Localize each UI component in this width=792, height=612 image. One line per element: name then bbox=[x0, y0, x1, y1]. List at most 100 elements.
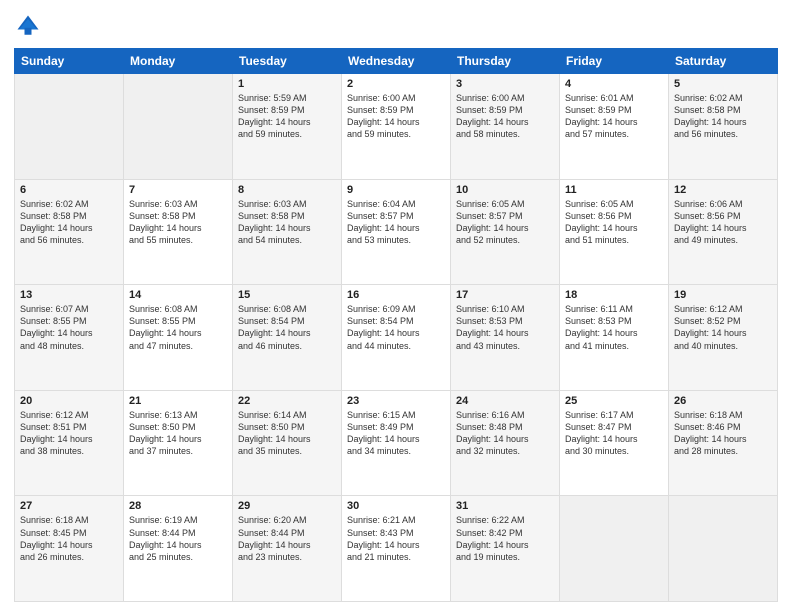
cell-info: Sunrise: 6:08 AMSunset: 8:54 PMDaylight:… bbox=[238, 303, 336, 352]
day-number: 1 bbox=[238, 78, 336, 90]
cell-info: Sunrise: 6:10 AMSunset: 8:53 PMDaylight:… bbox=[456, 303, 554, 352]
calendar-cell: 15 Sunrise: 6:08 AMSunset: 8:54 PMDayligh… bbox=[233, 285, 342, 391]
calendar-cell bbox=[15, 74, 124, 180]
day-number: 16 bbox=[347, 289, 445, 301]
day-number: 19 bbox=[674, 289, 772, 301]
calendar-cell bbox=[124, 74, 233, 180]
day-number: 31 bbox=[456, 500, 554, 512]
calendar-cell: 25 Sunrise: 6:17 AMSunset: 8:47 PMDayligh… bbox=[560, 390, 669, 496]
calendar-week-3: 13 Sunrise: 6:07 AMSunset: 8:55 PMDayligh… bbox=[15, 285, 778, 391]
cell-info: Sunrise: 6:17 AMSunset: 8:47 PMDaylight:… bbox=[565, 409, 663, 458]
calendar-table: SundayMondayTuesdayWednesdayThursdayFrid… bbox=[14, 48, 778, 602]
cell-info: Sunrise: 6:21 AMSunset: 8:43 PMDaylight:… bbox=[347, 514, 445, 563]
cell-info: Sunrise: 6:16 AMSunset: 8:48 PMDaylight:… bbox=[456, 409, 554, 458]
day-number: 9 bbox=[347, 184, 445, 196]
day-number: 4 bbox=[565, 78, 663, 90]
page: SundayMondayTuesdayWednesdayThursdayFrid… bbox=[0, 0, 792, 612]
day-number: 22 bbox=[238, 395, 336, 407]
day-number: 5 bbox=[674, 78, 772, 90]
calendar-cell: 6 Sunrise: 6:02 AMSunset: 8:58 PMDaylight… bbox=[15, 179, 124, 285]
day-number: 13 bbox=[20, 289, 118, 301]
day-number: 3 bbox=[456, 78, 554, 90]
weekday-header-tuesday: Tuesday bbox=[233, 49, 342, 74]
weekday-header-saturday: Saturday bbox=[669, 49, 778, 74]
day-number: 25 bbox=[565, 395, 663, 407]
day-number: 10 bbox=[456, 184, 554, 196]
cell-info: Sunrise: 5:59 AMSunset: 8:59 PMDaylight:… bbox=[238, 92, 336, 141]
cell-info: Sunrise: 6:22 AMSunset: 8:42 PMDaylight:… bbox=[456, 514, 554, 563]
day-number: 20 bbox=[20, 395, 118, 407]
day-number: 26 bbox=[674, 395, 772, 407]
cell-info: Sunrise: 6:11 AMSunset: 8:53 PMDaylight:… bbox=[565, 303, 663, 352]
day-number: 15 bbox=[238, 289, 336, 301]
logo-icon bbox=[14, 12, 42, 40]
calendar-cell: 22Sunrise: 6:14 AMSunset: 8:50 PMDayligh… bbox=[233, 390, 342, 496]
cell-info: Sunrise: 6:19 AMSunset: 8:44 PMDaylight:… bbox=[129, 514, 227, 563]
day-number: 29 bbox=[238, 500, 336, 512]
calendar-cell: 5 Sunrise: 6:02 AMSunset: 8:58 PMDaylight… bbox=[669, 74, 778, 180]
cell-info: Sunrise: 6:04 AMSunset: 8:57 PMDaylight:… bbox=[347, 198, 445, 247]
day-number: 6 bbox=[20, 184, 118, 196]
day-number: 11 bbox=[565, 184, 663, 196]
calendar-cell: 29 Sunrise: 6:20 AMSunset: 8:44 PMDayligh… bbox=[233, 496, 342, 602]
calendar-cell: 28 Sunrise: 6:19 AMSunset: 8:44 PMDayligh… bbox=[124, 496, 233, 602]
calendar-cell: 19 Sunrise: 6:12 AMSunset: 8:52 PMDayligh… bbox=[669, 285, 778, 391]
cell-info: Sunrise: 6:08 AMSunset: 8:55 PMDaylight:… bbox=[129, 303, 227, 352]
calendar-week-4: 20Sunrise: 6:12 AMSunset: 8:51 PMDayligh… bbox=[15, 390, 778, 496]
day-number: 8 bbox=[238, 184, 336, 196]
calendar-cell bbox=[560, 496, 669, 602]
calendar-week-2: 6 Sunrise: 6:02 AMSunset: 8:58 PMDaylight… bbox=[15, 179, 778, 285]
calendar-cell: 11 Sunrise: 6:05 AMSunset: 8:56 PMDayligh… bbox=[560, 179, 669, 285]
weekday-header-thursday: Thursday bbox=[451, 49, 560, 74]
weekday-header-sunday: Sunday bbox=[15, 49, 124, 74]
calendar-week-1: 1 Sunrise: 5:59 AMSunset: 8:59 PMDaylight… bbox=[15, 74, 778, 180]
cell-info: Sunrise: 6:05 AMSunset: 8:56 PMDaylight:… bbox=[565, 198, 663, 247]
day-number: 7 bbox=[129, 184, 227, 196]
calendar-cell: 9 Sunrise: 6:04 AMSunset: 8:57 PMDaylight… bbox=[342, 179, 451, 285]
calendar-cell: 7 Sunrise: 6:03 AMSunset: 8:58 PMDaylight… bbox=[124, 179, 233, 285]
logo bbox=[14, 12, 46, 40]
cell-info: Sunrise: 6:05 AMSunset: 8:57 PMDaylight:… bbox=[456, 198, 554, 247]
day-number: 12 bbox=[674, 184, 772, 196]
day-number: 30 bbox=[347, 500, 445, 512]
day-number: 21 bbox=[129, 395, 227, 407]
calendar-cell: 31 Sunrise: 6:22 AMSunset: 8:42 PMDayligh… bbox=[451, 496, 560, 602]
calendar-cell: 8 Sunrise: 6:03 AMSunset: 8:58 PMDaylight… bbox=[233, 179, 342, 285]
calendar-cell: 21Sunrise: 6:13 AMSunset: 8:50 PMDayligh… bbox=[124, 390, 233, 496]
calendar-cell: 13 Sunrise: 6:07 AMSunset: 8:55 PMDayligh… bbox=[15, 285, 124, 391]
day-number: 28 bbox=[129, 500, 227, 512]
calendar-week-5: 27 Sunrise: 6:18 AMSunset: 8:45 PMDayligh… bbox=[15, 496, 778, 602]
header bbox=[14, 12, 778, 40]
cell-info: Sunrise: 6:02 AMSunset: 8:58 PMDaylight:… bbox=[20, 198, 118, 247]
cell-info: Sunrise: 6:07 AMSunset: 8:55 PMDaylight:… bbox=[20, 303, 118, 352]
cell-info: Sunrise: 6:15 AMSunset: 8:49 PMDaylight:… bbox=[347, 409, 445, 458]
calendar-cell bbox=[669, 496, 778, 602]
calendar-cell: 30 Sunrise: 6:21 AMSunset: 8:43 PMDayligh… bbox=[342, 496, 451, 602]
day-number: 24 bbox=[456, 395, 554, 407]
calendar-cell: 1 Sunrise: 5:59 AMSunset: 8:59 PMDaylight… bbox=[233, 74, 342, 180]
calendar-cell: 18 Sunrise: 6:11 AMSunset: 8:53 PMDayligh… bbox=[560, 285, 669, 391]
cell-info: Sunrise: 6:01 AMSunset: 8:59 PMDaylight:… bbox=[565, 92, 663, 141]
cell-info: Sunrise: 6:18 AMSunset: 8:45 PMDaylight:… bbox=[20, 514, 118, 563]
cell-info: Sunrise: 6:03 AMSunset: 8:58 PMDaylight:… bbox=[238, 198, 336, 247]
cell-info: Sunrise: 6:03 AMSunset: 8:58 PMDaylight:… bbox=[129, 198, 227, 247]
day-number: 27 bbox=[20, 500, 118, 512]
day-number: 23 bbox=[347, 395, 445, 407]
day-number: 18 bbox=[565, 289, 663, 301]
calendar-cell: 17Sunrise: 6:10 AMSunset: 8:53 PMDayligh… bbox=[451, 285, 560, 391]
day-number: 14 bbox=[129, 289, 227, 301]
calendar-cell: 27 Sunrise: 6:18 AMSunset: 8:45 PMDayligh… bbox=[15, 496, 124, 602]
cell-info: Sunrise: 6:12 AMSunset: 8:52 PMDaylight:… bbox=[674, 303, 772, 352]
weekday-header-monday: Monday bbox=[124, 49, 233, 74]
weekday-header-row: SundayMondayTuesdayWednesdayThursdayFrid… bbox=[15, 49, 778, 74]
calendar-cell: 10 Sunrise: 6:05 AMSunset: 8:57 PMDayligh… bbox=[451, 179, 560, 285]
day-number: 2 bbox=[347, 78, 445, 90]
cell-info: Sunrise: 6:02 AMSunset: 8:58 PMDaylight:… bbox=[674, 92, 772, 141]
cell-info: Sunrise: 6:00 AMSunset: 8:59 PMDaylight:… bbox=[347, 92, 445, 141]
calendar-cell: 12Sunrise: 6:06 AMSunset: 8:56 PMDayligh… bbox=[669, 179, 778, 285]
weekday-header-friday: Friday bbox=[560, 49, 669, 74]
calendar-cell: 23 Sunrise: 6:15 AMSunset: 8:49 PMDayligh… bbox=[342, 390, 451, 496]
calendar-cell: 24 Sunrise: 6:16 AMSunset: 8:48 PMDayligh… bbox=[451, 390, 560, 496]
cell-info: Sunrise: 6:20 AMSunset: 8:44 PMDaylight:… bbox=[238, 514, 336, 563]
calendar-cell: 4 Sunrise: 6:01 AMSunset: 8:59 PMDaylight… bbox=[560, 74, 669, 180]
